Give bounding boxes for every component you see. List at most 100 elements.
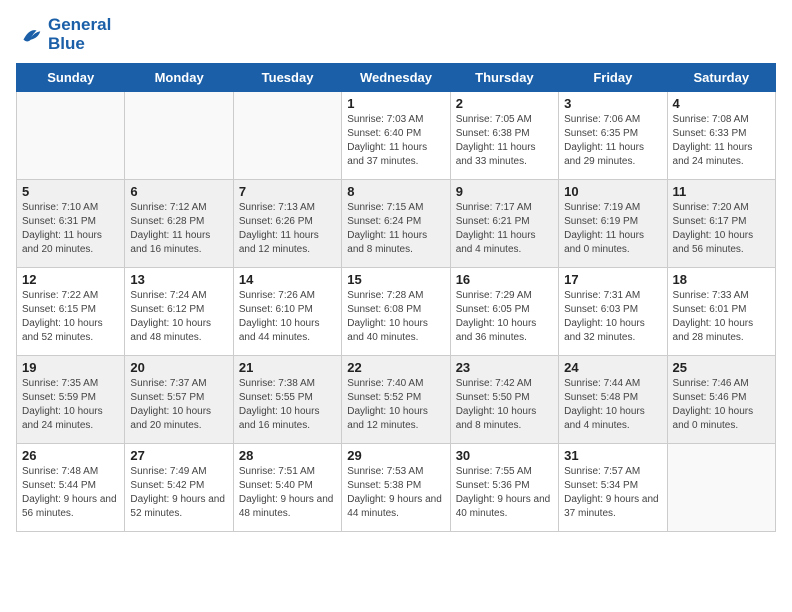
day-number: 5 [22, 184, 119, 199]
day-info: Sunrise: 7:10 AM Sunset: 6:31 PM Dayligh… [22, 201, 119, 257]
calendar-day-cell: 15 Sunrise: 7:28 AM Sunset: 6:08 PM Dayli… [342, 268, 450, 356]
day-info: Sunrise: 7:12 AM Sunset: 6:28 PM Dayligh… [130, 201, 227, 257]
calendar-day-cell: 12 Sunrise: 7:22 AM Sunset: 6:15 PM Dayli… [17, 268, 125, 356]
day-info: Sunrise: 7:06 AM Sunset: 6:35 PM Dayligh… [564, 113, 661, 169]
weekday-header: Monday [125, 64, 233, 92]
calendar-day-cell: 30 Sunrise: 7:55 AM Sunset: 5:36 PM Dayli… [450, 444, 558, 532]
day-number: 25 [673, 360, 770, 375]
calendar-day-cell: 17 Sunrise: 7:31 AM Sunset: 6:03 PM Dayli… [559, 268, 667, 356]
day-number: 17 [564, 272, 661, 287]
weekday-header: Friday [559, 64, 667, 92]
day-info: Sunrise: 7:42 AM Sunset: 5:50 PM Dayligh… [456, 377, 553, 433]
day-info: Sunrise: 7:22 AM Sunset: 6:15 PM Dayligh… [22, 289, 119, 345]
calendar-day-cell: 4 Sunrise: 7:08 AM Sunset: 6:33 PM Daylig… [667, 92, 775, 180]
day-number: 1 [347, 96, 444, 111]
day-number: 16 [456, 272, 553, 287]
calendar-day-cell: 13 Sunrise: 7:24 AM Sunset: 6:12 PM Dayli… [125, 268, 233, 356]
day-info: Sunrise: 7:33 AM Sunset: 6:01 PM Dayligh… [673, 289, 770, 345]
day-info: Sunrise: 7:17 AM Sunset: 6:21 PM Dayligh… [456, 201, 553, 257]
calendar-day-cell: 7Sunrise: 7:13 AM Sunset: 6:26 PM Daylig… [233, 180, 341, 268]
calendar-day-cell: 24 Sunrise: 7:44 AM Sunset: 5:48 PM Dayli… [559, 356, 667, 444]
day-number: 4 [673, 96, 770, 111]
day-info: Sunrise: 7:44 AM Sunset: 5:48 PM Dayligh… [564, 377, 661, 433]
day-info: Sunrise: 7:55 AM Sunset: 5:36 PM Dayligh… [456, 465, 553, 521]
day-info: Sunrise: 7:49 AM Sunset: 5:42 PM Dayligh… [130, 465, 227, 521]
day-number: 22 [347, 360, 444, 375]
day-info: Sunrise: 7:57 AM Sunset: 5:34 PM Dayligh… [564, 465, 661, 521]
day-number: 27 [130, 448, 227, 463]
calendar-day-cell: 16Sunrise: 7:29 AM Sunset: 6:05 PM Dayli… [450, 268, 558, 356]
day-info: Sunrise: 7:28 AM Sunset: 6:08 PM Dayligh… [347, 289, 444, 345]
calendar-day-cell: 9 Sunrise: 7:17 AM Sunset: 6:21 PM Daylig… [450, 180, 558, 268]
calendar-day-cell: 29 Sunrise: 7:53 AM Sunset: 5:38 PM Dayli… [342, 444, 450, 532]
day-number: 24 [564, 360, 661, 375]
day-info: Sunrise: 7:20 AM Sunset: 6:17 PM Dayligh… [673, 201, 770, 257]
calendar-week-row: 19 Sunrise: 7:35 AM Sunset: 5:59 PM Dayli… [17, 356, 776, 444]
weekday-header: Saturday [667, 64, 775, 92]
calendar-day-cell: 14 Sunrise: 7:26 AM Sunset: 6:10 PM Dayli… [233, 268, 341, 356]
day-info: Sunrise: 7:35 AM Sunset: 5:59 PM Dayligh… [22, 377, 119, 433]
day-number: 29 [347, 448, 444, 463]
day-number: 18 [673, 272, 770, 287]
day-number: 20 [130, 360, 227, 375]
day-info: Sunrise: 7:19 AM Sunset: 6:19 PM Dayligh… [564, 201, 661, 257]
calendar-day-cell: 2 Sunrise: 7:05 AM Sunset: 6:38 PM Daylig… [450, 92, 558, 180]
day-info: Sunrise: 7:15 AM Sunset: 6:24 PM Dayligh… [347, 201, 444, 257]
calendar-day-cell: 11 Sunrise: 7:20 AM Sunset: 6:17 PM Dayli… [667, 180, 775, 268]
calendar-day-cell [125, 92, 233, 180]
logo: General Blue [16, 16, 111, 53]
day-number: 10 [564, 184, 661, 199]
day-number: 3 [564, 96, 661, 111]
calendar-day-cell: 28Sunrise: 7:51 AM Sunset: 5:40 PM Dayli… [233, 444, 341, 532]
day-number: 8 [347, 184, 444, 199]
day-number: 31 [564, 448, 661, 463]
calendar-day-cell: 18 Sunrise: 7:33 AM Sunset: 6:01 PM Dayli… [667, 268, 775, 356]
calendar-table: SundayMondayTuesdayWednesdayThursdayFrid… [16, 63, 776, 532]
calendar-day-cell [17, 92, 125, 180]
calendar-day-cell: 3 Sunrise: 7:06 AM Sunset: 6:35 PM Daylig… [559, 92, 667, 180]
day-number: 23 [456, 360, 553, 375]
calendar-day-cell [233, 92, 341, 180]
calendar-day-cell: 22Sunrise: 7:40 AM Sunset: 5:52 PM Dayli… [342, 356, 450, 444]
day-number: 28 [239, 448, 336, 463]
day-info: Sunrise: 7:24 AM Sunset: 6:12 PM Dayligh… [130, 289, 227, 345]
calendar-day-cell: 6 Sunrise: 7:12 AM Sunset: 6:28 PM Daylig… [125, 180, 233, 268]
calendar-day-cell: 27 Sunrise: 7:49 AM Sunset: 5:42 PM Dayli… [125, 444, 233, 532]
day-info: Sunrise: 7:26 AM Sunset: 6:10 PM Dayligh… [239, 289, 336, 345]
day-info: Sunrise: 7:53 AM Sunset: 5:38 PM Dayligh… [347, 465, 444, 521]
day-number: 15 [347, 272, 444, 287]
calendar-week-row: 5 Sunrise: 7:10 AM Sunset: 6:31 PM Daylig… [17, 180, 776, 268]
day-info: Sunrise: 7:46 AM Sunset: 5:46 PM Dayligh… [673, 377, 770, 433]
day-info: Sunrise: 7:03 AM Sunset: 6:40 PM Dayligh… [347, 113, 444, 169]
day-number: 19 [22, 360, 119, 375]
weekday-header: Wednesday [342, 64, 450, 92]
day-info: Sunrise: 7:31 AM Sunset: 6:03 PM Dayligh… [564, 289, 661, 345]
day-number: 6 [130, 184, 227, 199]
day-number: 26 [22, 448, 119, 463]
calendar-week-row: 26 Sunrise: 7:48 AM Sunset: 5:44 PM Dayli… [17, 444, 776, 532]
weekday-header: Thursday [450, 64, 558, 92]
weekday-header: Sunday [17, 64, 125, 92]
day-info: Sunrise: 7:48 AM Sunset: 5:44 PM Dayligh… [22, 465, 119, 521]
day-number: 30 [456, 448, 553, 463]
calendar-day-cell: 26 Sunrise: 7:48 AM Sunset: 5:44 PM Dayli… [17, 444, 125, 532]
day-number: 2 [456, 96, 553, 111]
day-info: Sunrise: 7:08 AM Sunset: 6:33 PM Dayligh… [673, 113, 770, 169]
calendar-day-cell: 23 Sunrise: 7:42 AM Sunset: 5:50 PM Dayli… [450, 356, 558, 444]
calendar-week-row: 1 Sunrise: 7:03 AM Sunset: 6:40 PM Daylig… [17, 92, 776, 180]
day-number: 11 [673, 184, 770, 199]
calendar-day-cell: 5 Sunrise: 7:10 AM Sunset: 6:31 PM Daylig… [17, 180, 125, 268]
calendar-day-cell: 31 Sunrise: 7:57 AM Sunset: 5:34 PM Dayli… [559, 444, 667, 532]
calendar-day-cell: 25 Sunrise: 7:46 AM Sunset: 5:46 PM Dayli… [667, 356, 775, 444]
day-number: 13 [130, 272, 227, 287]
day-number: 9 [456, 184, 553, 199]
day-number: 12 [22, 272, 119, 287]
calendar-day-cell: 21Sunrise: 7:38 AM Sunset: 5:55 PM Dayli… [233, 356, 341, 444]
logo-icon [16, 21, 44, 49]
day-number: 14 [239, 272, 336, 287]
day-number: 21 [239, 360, 336, 375]
calendar-day-cell [667, 444, 775, 532]
weekday-header-row: SundayMondayTuesdayWednesdayThursdayFrid… [17, 64, 776, 92]
day-info: Sunrise: 7:05 AM Sunset: 6:38 PM Dayligh… [456, 113, 553, 169]
day-number: 7 [239, 184, 336, 199]
